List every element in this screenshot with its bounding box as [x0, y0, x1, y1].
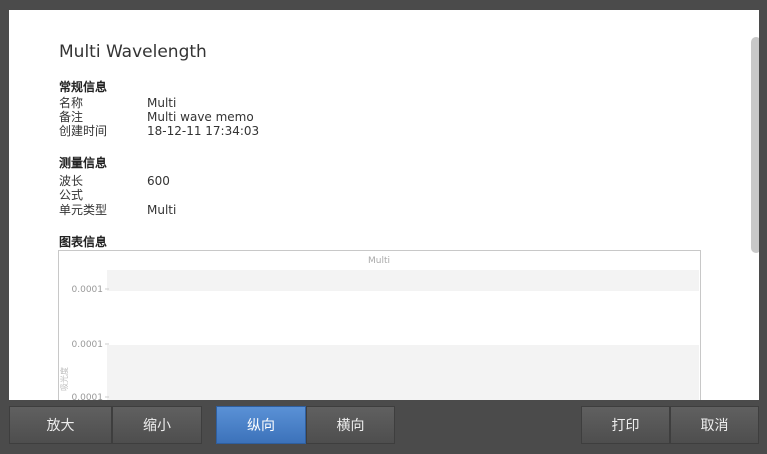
portrait-button[interactable]: 纵向	[216, 406, 306, 444]
measurement-row-wavelength: 波长 600	[59, 174, 170, 188]
y-tick-label: 0.0001	[72, 393, 104, 400]
chart-info-heading: 图表信息	[59, 235, 108, 249]
name-label: 名称	[59, 96, 84, 110]
memo-value: Multi wave memo	[147, 110, 254, 124]
zoom-out-button[interactable]: 缩小	[112, 406, 202, 444]
chart-svg: Multi 0.0001 0.0001 0.0001 吸光度	[59, 256, 699, 400]
scrollbar-thumb[interactable]	[751, 37, 759, 253]
print-button[interactable]: 打印	[581, 406, 670, 444]
memo-label: 备注	[59, 110, 84, 124]
measurement-info-heading: 测量信息	[59, 156, 108, 170]
formula-label: 公式	[59, 188, 84, 202]
chart-grid-band	[107, 270, 699, 291]
chart-title: Multi	[368, 256, 390, 266]
landscape-button[interactable]: 横向	[306, 406, 395, 444]
chart-container: Multi 0.0001 0.0001 0.0001 吸光度	[58, 250, 701, 400]
general-row-name: 名称 Multi	[59, 96, 176, 110]
created-label: 创建时间	[59, 124, 108, 138]
general-row-created: 创建时间 18-12-11 17:34:03	[59, 124, 259, 138]
general-row-memo: 备注 Multi wave memo	[59, 110, 254, 124]
y-tick-label: 0.0001	[72, 340, 104, 350]
measurement-row-cell-type: 单元类型 Multi	[59, 203, 176, 217]
report-preview-page: Multi Wavelength 常规信息 名称 Multi 备注 Multi wa…	[9, 10, 759, 400]
created-value: 18-12-11 17:34:03	[147, 124, 260, 138]
wavelength-value: 600	[147, 174, 170, 188]
chart-grid-band	[107, 345, 699, 400]
general-info-heading: 常规信息	[59, 80, 108, 94]
cancel-button[interactable]: 取消	[670, 406, 759, 444]
name-value: Multi	[147, 96, 177, 110]
report-title: Multi Wavelength	[59, 42, 207, 62]
bottom-toolbar: 放大 缩小 纵向 横向 打印 取消	[0, 400, 767, 454]
cell-type-label: 单元类型	[59, 203, 108, 217]
wavelength-label: 波长	[59, 174, 84, 188]
vertical-scrollbar[interactable]	[751, 37, 759, 400]
y-axis-label: 吸光度	[59, 367, 69, 391]
zoom-in-button[interactable]: 放大	[9, 406, 112, 444]
cell-type-value: Multi	[147, 203, 177, 217]
y-tick-label: 0.0001	[72, 285, 104, 295]
measurement-row-formula: 公式	[59, 188, 147, 202]
